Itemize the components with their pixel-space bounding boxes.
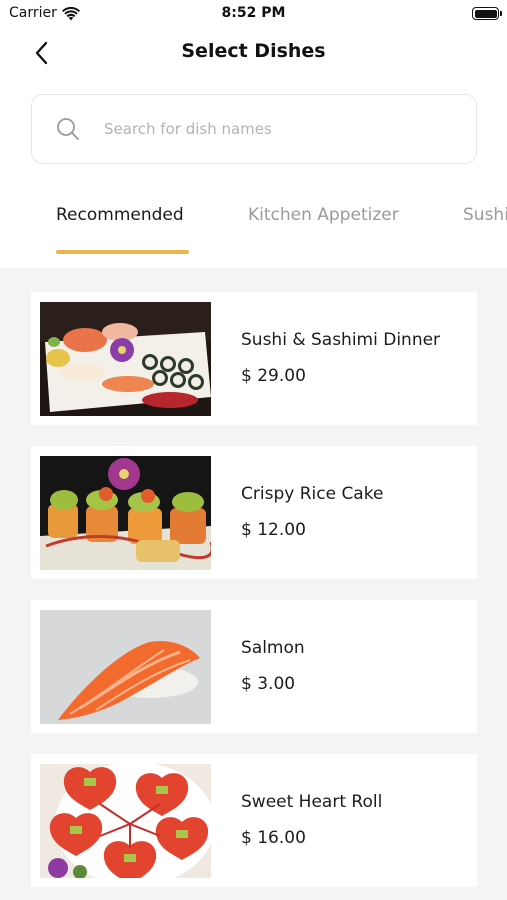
dish-price: $ 16.00 <box>241 828 306 848</box>
status-time: 8:52 PM <box>221 5 286 21</box>
status-bar: Carrier 8:52 PM <box>0 0 507 28</box>
tab-recommended[interactable]: Recommended <box>56 205 184 225</box>
active-tab-indicator <box>56 250 189 254</box>
dish-name: Salmon <box>241 638 305 658</box>
search-icon <box>57 118 79 140</box>
dish-image <box>40 764 211 878</box>
dish-name: Sushi & Sashimi Dinner <box>241 330 441 350</box>
search-box[interactable] <box>31 94 477 164</box>
dish-card-crispy-rice-cake[interactable]: Crispy Rice Cake $ 12.00 <box>31 446 477 579</box>
dish-card-salmon[interactable]: Salmon $ 3.00 <box>31 600 477 733</box>
battery-icon <box>472 7 502 20</box>
dish-price: $ 12.00 <box>241 520 306 540</box>
dish-card-sweet-heart-roll[interactable]: Sweet Heart Roll $ 16.00 <box>31 754 477 887</box>
dish-image <box>40 456 211 570</box>
page-title: Select Dishes <box>181 40 326 62</box>
dish-price: $ 3.00 <box>241 674 296 694</box>
dish-card-sushi-sashimi-dinner[interactable]: Sushi & Sashimi Dinner $ 29.00 <box>31 292 477 425</box>
dish-price: $ 29.00 <box>241 366 306 386</box>
category-tabs: Recommended Kitchen Appetizer Sushi <box>0 190 507 268</box>
dish-image <box>40 610 211 724</box>
tab-kitchen-appetizer[interactable]: Kitchen Appetizer <box>248 205 399 225</box>
dish-name: Sweet Heart Roll <box>241 792 383 812</box>
tab-sushi[interactable]: Sushi <box>463 205 507 225</box>
dish-name: Crispy Rice Cake <box>241 484 384 504</box>
dish-list: Sushi & Sashimi Dinner $ 29.00 Crispy Ri… <box>0 268 507 900</box>
dish-image <box>40 302 211 416</box>
search-input[interactable] <box>104 120 434 138</box>
